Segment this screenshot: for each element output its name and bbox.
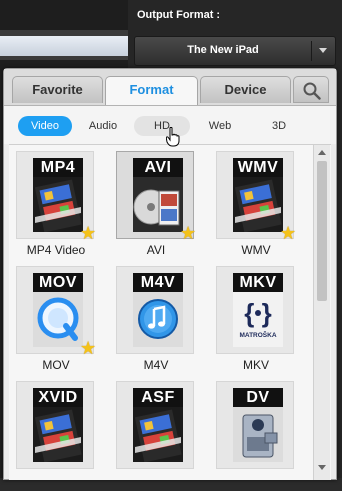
format-item-dv[interactable]: DV (214, 379, 298, 491)
format-tile: MKV{ } MATROŠKA (216, 266, 294, 354)
svg-text:MATROŠKA: MATROŠKA (239, 330, 276, 339)
format-tile: DV (216, 381, 294, 469)
format-item-wmv[interactable]: WMV ★ WMV (214, 149, 298, 261)
tab-favorite[interactable]: Favorite (12, 76, 103, 103)
film-strip-icon: MP4 (33, 158, 83, 233)
favorite-star-icon[interactable]: ★ (80, 223, 96, 244)
format-artwork (233, 407, 283, 462)
itunes-icon: M4V (133, 273, 183, 347)
format-artwork (133, 407, 183, 463)
tab-device[interactable]: Device (200, 76, 291, 103)
film-strip-icon: WMV (233, 158, 283, 233)
format-badge: M4V (133, 273, 183, 292)
format-label: WMV (241, 243, 271, 257)
format-tile: M4V (116, 266, 194, 354)
background-selection (0, 36, 128, 56)
format-label: MOV (42, 358, 70, 372)
quicktime-icon: MOV (33, 273, 83, 347)
format-label: MP4 Video (26, 243, 86, 257)
format-tile: XVID (16, 381, 94, 469)
output-format-label: Output Format : (137, 9, 221, 21)
search-icon (303, 82, 321, 100)
subtab-hd[interactable]: HD (134, 116, 190, 136)
format-item-avi[interactable]: AVI ★ AVI (114, 149, 198, 261)
scroll-up-icon[interactable] (318, 150, 326, 155)
subtab-web[interactable]: Web (200, 116, 240, 136)
format-badge: ASF (133, 388, 183, 407)
format-artwork (133, 177, 183, 232)
format-artwork (33, 407, 83, 463)
output-format-select[interactable]: The New iPad (134, 36, 336, 66)
format-badge: MP4 (33, 158, 83, 177)
search-button[interactable] (293, 76, 329, 103)
film-strip-icon: XVID (33, 388, 83, 463)
favorite-star-icon[interactable]: ★ (280, 223, 296, 244)
format-label: M4V (143, 358, 169, 372)
format-tile: ASF (116, 381, 194, 469)
format-grid: MP4 ★ MP4 Video AVI ★ AVI WMV ★ WMV MOV ★ MOV M4V M4V… (9, 144, 331, 480)
hand-cursor-icon (166, 127, 180, 147)
chevron-down-icon[interactable] (319, 48, 327, 53)
format-label: MKV (242, 358, 269, 372)
format-item-mp4[interactable]: MP4 ★ MP4 Video (14, 149, 98, 261)
format-artwork: { } MATROŠKA (233, 292, 283, 347)
tab-bar: Favorite Format Device (4, 69, 336, 106)
scroll-down-icon[interactable] (318, 465, 326, 470)
format-label: AVI (146, 243, 166, 257)
format-badge: AVI (133, 158, 183, 177)
subtab-video[interactable]: Video (18, 116, 72, 136)
format-item-m4v[interactable]: M4V M4V (114, 264, 198, 376)
vertical-scrollbar[interactable] (313, 145, 330, 480)
format-badge: DV (233, 388, 283, 407)
tab-format[interactable]: Format (105, 76, 198, 105)
format-badge: WMV (233, 158, 283, 177)
format-artwork (233, 177, 283, 233)
favorite-star-icon[interactable]: ★ (180, 223, 196, 244)
format-artwork (33, 292, 83, 347)
format-item-asf[interactable]: ASF (114, 379, 198, 491)
format-badge: MKV (233, 273, 283, 292)
camcorder-icon: DV (233, 388, 283, 462)
format-item-xvid[interactable]: XVID (14, 379, 98, 491)
scroll-thumb[interactable] (317, 161, 327, 301)
format-artwork (133, 292, 183, 347)
format-badge: XVID (33, 388, 83, 407)
subtab-audio[interactable]: Audio (80, 116, 126, 136)
format-item-mkv[interactable]: MKV{ } MATROŠKA MKV (214, 264, 298, 376)
film-strip-icon: ASF (133, 388, 183, 463)
favorite-star-icon[interactable]: ★ (80, 338, 96, 359)
output-format-value: The New iPad (187, 44, 259, 56)
format-badge: MOV (33, 273, 83, 292)
select-divider (311, 41, 312, 61)
format-item-mov[interactable]: MOV ★ MOV (14, 264, 98, 376)
subtab-3d[interactable]: 3D (264, 116, 294, 136)
disc-film-icon: AVI (133, 158, 183, 232)
format-artwork (33, 177, 83, 233)
matroska-icon: MKV{ } MATROŠKA (233, 273, 283, 347)
